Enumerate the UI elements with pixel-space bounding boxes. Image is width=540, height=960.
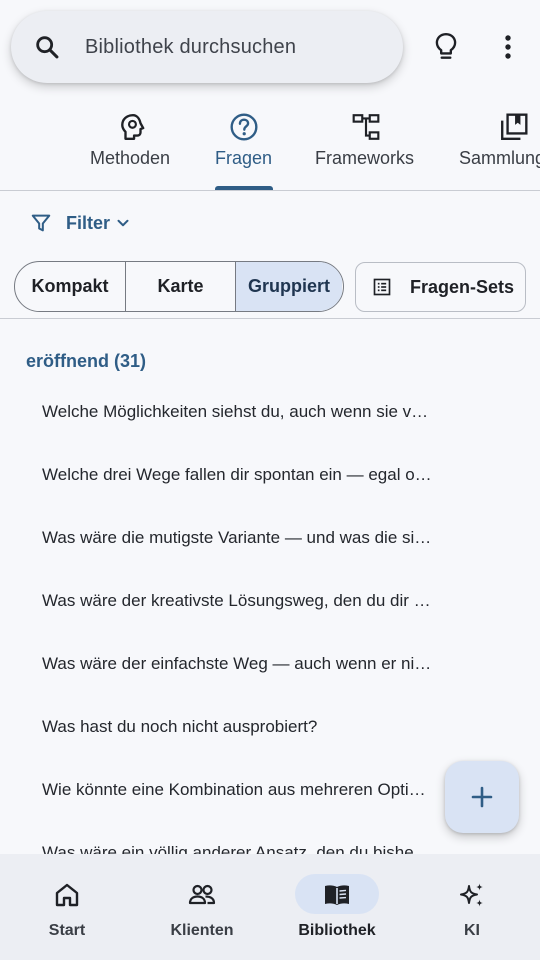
view-mode-karte[interactable]: Karte	[125, 262, 235, 311]
tab-label: Sammlung	[459, 148, 540, 168]
nav-label: Bibliothek	[298, 922, 376, 939]
nav-label: Klienten	[170, 922, 234, 939]
question-item[interactable]: Wie könnte eine Kombination aus mehreren…	[42, 758, 456, 821]
plus-icon	[471, 786, 493, 808]
nav-ki[interactable]: KI	[412, 854, 532, 960]
group-title[interactable]: eröffnend (31)	[26, 351, 146, 372]
question-circle-icon	[230, 113, 258, 141]
collection-icon	[501, 113, 528, 140]
library-tabs: Methoden Fragen Frameworks Sammlung	[0, 100, 540, 192]
question-item[interactable]: Was hast du noch nicht ausprobiert?	[42, 695, 456, 758]
chevron-down-icon	[117, 219, 129, 227]
tabs-divider	[0, 190, 540, 191]
nav-label: Start	[48, 922, 86, 939]
search-icon	[36, 36, 59, 59]
tab-fragen[interactable]: Fragen	[206, 100, 286, 192]
question-item[interactable]: Welche Möglichkeiten siehst du, auch wen…	[42, 380, 456, 443]
tab-label: Fragen	[215, 148, 273, 168]
app-root: Bibliothek durchsuchen Methoden Fragen F…	[0, 0, 540, 960]
search-bar[interactable]: Bibliothek durchsuchen	[11, 11, 403, 83]
brain-gear-icon	[121, 114, 145, 140]
filter-label: Filter	[66, 212, 111, 233]
add-fab[interactable]	[445, 761, 519, 833]
tab-label: Methoden	[90, 148, 171, 168]
nav-start[interactable]: Start	[7, 854, 127, 960]
question-item[interactable]: Was wäre die mutigste Variante — und was…	[42, 506, 456, 569]
tab-sammlung[interactable]: Sammlung	[459, 100, 540, 192]
bottom-navigation: Start Klienten Bibliothek KI	[0, 854, 540, 960]
view-mode-segmented: Kompakt Karte Gruppiert	[14, 261, 344, 312]
home-icon	[55, 883, 79, 907]
people-icon	[188, 884, 216, 905]
toolbar-divider	[0, 318, 540, 319]
fragen-sets-button[interactable]: Fragen-Sets	[355, 262, 526, 312]
view-mode-kompakt[interactable]: Kompakt	[15, 262, 125, 311]
hierarchy-icon	[352, 114, 380, 140]
nav-bibliothek[interactable]: Bibliothek	[277, 854, 397, 960]
tab-label: Frameworks	[315, 148, 415, 168]
fragen-sets-label: Fragen-Sets	[410, 276, 515, 297]
question-item[interactable]: Was wäre der kreativste Lösungsweg, den …	[42, 569, 456, 632]
search-placeholder: Bibliothek durchsuchen	[85, 36, 297, 58]
filter-icon	[31, 214, 51, 232]
question-item[interactable]: Was wäre ein völlig anderer Ansatz, den …	[42, 821, 456, 855]
nav-label: KI	[464, 922, 480, 939]
filter-button[interactable]: Filter	[30, 208, 132, 238]
view-mode-gruppiert[interactable]: Gruppiert	[235, 262, 342, 311]
more-vert-icon[interactable]	[492, 31, 524, 63]
tab-frameworks[interactable]: Frameworks	[312, 100, 422, 192]
lightbulb-icon[interactable]	[430, 31, 462, 63]
nav-klienten[interactable]: Klienten	[142, 854, 262, 960]
book-icon	[325, 885, 349, 905]
tab-methoden[interactable]: Methoden	[84, 100, 180, 192]
list-icon	[373, 278, 391, 296]
question-item[interactable]: Welche drei Wege fallen dir spontan ein …	[42, 443, 456, 506]
sparkle-icon	[460, 883, 483, 907]
question-item[interactable]: Was wäre der einfachste Weg — auch wenn …	[42, 632, 456, 695]
